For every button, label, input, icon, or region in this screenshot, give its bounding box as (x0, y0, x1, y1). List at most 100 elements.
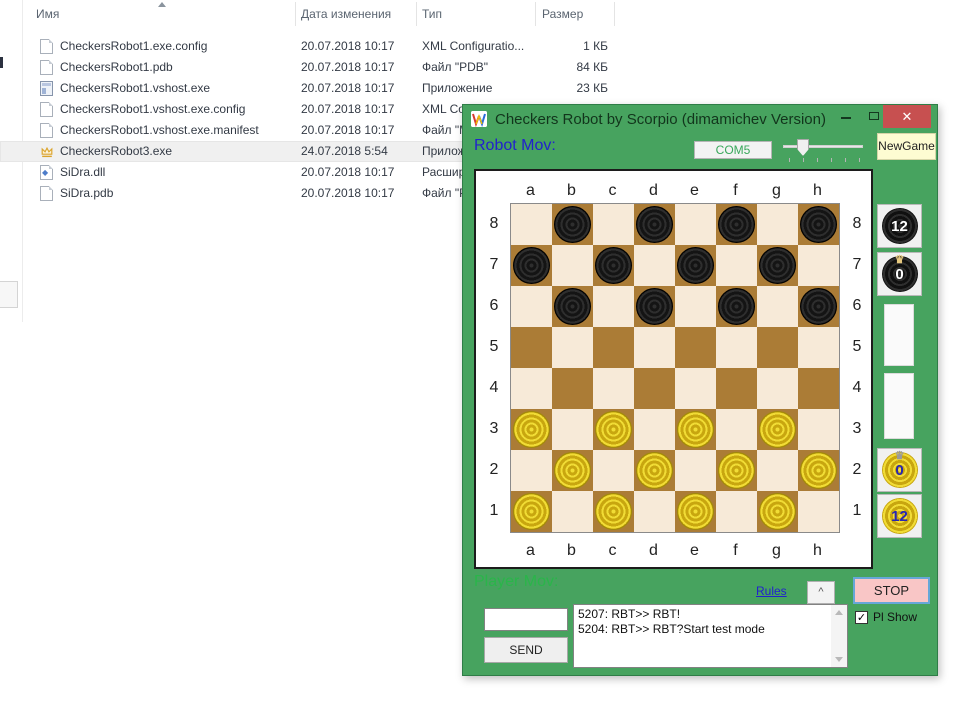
file-row[interactable]: CheckersRobot1.vshost.exe20.07.2018 10:1… (0, 78, 610, 99)
checker-piece-black[interactable] (718, 288, 755, 325)
checker-piece-yellow[interactable] (595, 411, 632, 448)
square-f3[interactable] (716, 409, 757, 450)
checker-piece-black[interactable] (718, 206, 755, 243)
square-h5[interactable] (798, 327, 839, 368)
checker-piece-yellow[interactable] (636, 452, 673, 489)
checker-piece-black[interactable] (636, 206, 673, 243)
checker-piece-yellow[interactable] (800, 452, 837, 489)
checker-piece-yellow[interactable] (595, 493, 632, 530)
square-f2[interactable] (716, 450, 757, 491)
checker-piece-black[interactable] (800, 288, 837, 325)
square-h4[interactable] (798, 368, 839, 409)
square-b5[interactable] (552, 327, 593, 368)
column-divider[interactable] (416, 2, 417, 26)
log-scrollbar[interactable] (831, 605, 847, 667)
square-c8[interactable] (593, 204, 634, 245)
square-e2[interactable] (675, 450, 716, 491)
checker-piece-yellow[interactable] (759, 411, 796, 448)
square-b4[interactable] (552, 368, 593, 409)
checker-piece-black[interactable] (513, 247, 550, 284)
square-d3[interactable] (634, 409, 675, 450)
square-h2[interactable] (798, 450, 839, 491)
square-g4[interactable] (757, 368, 798, 409)
square-c2[interactable] (593, 450, 634, 491)
command-input[interactable] (484, 608, 568, 631)
square-e1[interactable] (675, 491, 716, 532)
square-h8[interactable] (798, 204, 839, 245)
square-h1[interactable] (798, 491, 839, 532)
rules-link[interactable]: Rules (756, 584, 787, 598)
checker-piece-yellow[interactable] (513, 411, 550, 448)
square-f6[interactable] (716, 286, 757, 327)
checker-piece-yellow[interactable] (677, 493, 714, 530)
caret-button[interactable]: ^ (807, 581, 835, 604)
checker-piece-yellow[interactable] (718, 452, 755, 489)
square-a5[interactable] (511, 327, 552, 368)
square-a1[interactable] (511, 491, 552, 532)
checker-piece-black[interactable] (677, 247, 714, 284)
square-d6[interactable] (634, 286, 675, 327)
square-f4[interactable] (716, 368, 757, 409)
square-c1[interactable] (593, 491, 634, 532)
pl-show-checkbox[interactable]: ✓ (855, 611, 868, 624)
square-h3[interactable] (798, 409, 839, 450)
minimize-button[interactable] (831, 105, 861, 128)
square-g3[interactable] (757, 409, 798, 450)
square-b6[interactable] (552, 286, 593, 327)
speed-slider[interactable] (783, 137, 863, 163)
scroll-down-icon[interactable] (835, 657, 843, 662)
square-e6[interactable] (675, 286, 716, 327)
column-divider[interactable] (614, 2, 615, 26)
checker-piece-black[interactable] (636, 288, 673, 325)
square-a2[interactable] (511, 450, 552, 491)
square-g1[interactable] (757, 491, 798, 532)
square-b7[interactable] (552, 245, 593, 286)
checker-piece-black[interactable] (595, 247, 632, 284)
square-f5[interactable] (716, 327, 757, 368)
robot-log-box[interactable]: 5207: RBT>> RBT!5204: RBT>> RBT?Start te… (573, 604, 848, 668)
square-e3[interactable] (675, 409, 716, 450)
square-c5[interactable] (593, 327, 634, 368)
square-d5[interactable] (634, 327, 675, 368)
square-f7[interactable] (716, 245, 757, 286)
checker-piece-yellow[interactable] (759, 493, 796, 530)
square-d8[interactable] (634, 204, 675, 245)
close-button[interactable]: ✕ (883, 105, 931, 128)
square-c6[interactable] (593, 286, 634, 327)
square-a7[interactable] (511, 245, 552, 286)
yellow-kings-counter[interactable]: ♛ 0 (877, 448, 922, 492)
checker-piece-yellow[interactable] (513, 493, 550, 530)
square-h6[interactable] (798, 286, 839, 327)
black-kings-counter[interactable]: ♛ 0 (877, 252, 922, 296)
square-g7[interactable] (757, 245, 798, 286)
checker-piece-yellow[interactable] (554, 452, 591, 489)
stop-button[interactable]: STOP (853, 577, 930, 604)
square-e5[interactable] (675, 327, 716, 368)
square-b3[interactable] (552, 409, 593, 450)
square-e4[interactable] (675, 368, 716, 409)
com-port-button[interactable]: COM5 (694, 141, 772, 159)
square-b2[interactable] (552, 450, 593, 491)
black-pieces-counter[interactable]: 12 (877, 204, 922, 248)
checker-piece-black[interactable] (800, 206, 837, 243)
column-divider[interactable] (295, 2, 296, 26)
checker-piece-black[interactable] (759, 247, 796, 284)
file-row[interactable]: CheckersRobot1.exe.config20.07.2018 10:1… (0, 36, 610, 57)
square-e8[interactable] (675, 204, 716, 245)
square-h7[interactable] (798, 245, 839, 286)
send-button[interactable]: SEND (484, 637, 568, 663)
square-c3[interactable] (593, 409, 634, 450)
square-a4[interactable] (511, 368, 552, 409)
square-f8[interactable] (716, 204, 757, 245)
square-d7[interactable] (634, 245, 675, 286)
slider-thumb[interactable] (797, 139, 809, 156)
checker-piece-yellow[interactable] (677, 411, 714, 448)
column-header-type[interactable]: Тип (422, 7, 442, 21)
square-e7[interactable] (675, 245, 716, 286)
square-g2[interactable] (757, 450, 798, 491)
square-c4[interactable] (593, 368, 634, 409)
square-d4[interactable] (634, 368, 675, 409)
square-a8[interactable] (511, 204, 552, 245)
square-f1[interactable] (716, 491, 757, 532)
square-g6[interactable] (757, 286, 798, 327)
